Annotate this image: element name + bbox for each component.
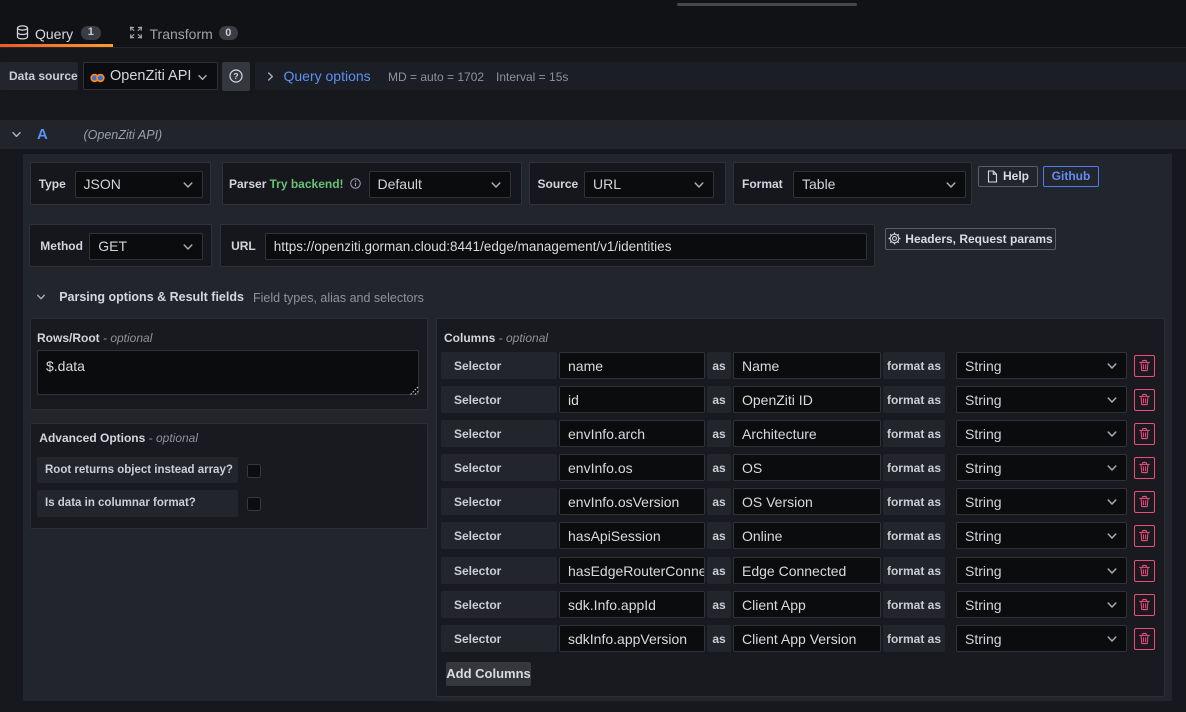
svg-text:?: ? <box>233 71 238 81</box>
